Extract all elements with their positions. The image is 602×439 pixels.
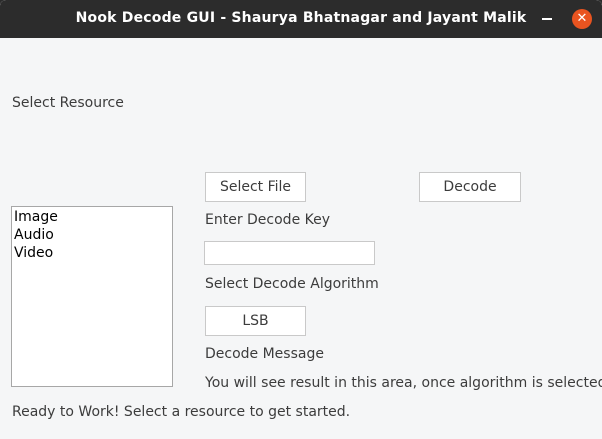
select-file-button[interactable]: Select File	[205, 172, 306, 202]
window-title: Nook Decode GUI - Shaurya Bhatnagar and …	[75, 10, 527, 26]
decode-key-label: Enter Decode Key	[205, 212, 331, 228]
decode-key-input[interactable]	[204, 241, 375, 265]
app-window: Nook Decode GUI - Shaurya Bhatnagar and …	[0, 0, 602, 439]
decode-algorithm-label: Select Decode Algorithm	[205, 276, 379, 292]
select-resource-label: Select Resource	[12, 95, 124, 111]
resource-item-image[interactable]: Image	[13, 208, 171, 226]
main-content: Select Resource Image Audio Video Select…	[0, 38, 602, 439]
minimize-icon[interactable]	[542, 18, 552, 20]
resource-listbox[interactable]: Image Audio Video	[11, 206, 173, 387]
resource-item-video[interactable]: Video	[13, 244, 171, 262]
title-bar[interactable]: Nook Decode GUI - Shaurya Bhatnagar and …	[0, 0, 602, 38]
decode-message-label: Decode Message	[205, 346, 324, 362]
decode-button[interactable]: Decode	[419, 172, 521, 202]
lsb-algorithm-button[interactable]: LSB	[205, 306, 306, 336]
decode-result-text: You will see result in this area, once a…	[205, 375, 602, 391]
close-icon[interactable]: ✕	[572, 9, 592, 29]
status-bar-text: Ready to Work! Select a resource to get …	[12, 404, 351, 420]
resource-item-audio[interactable]: Audio	[13, 226, 171, 244]
